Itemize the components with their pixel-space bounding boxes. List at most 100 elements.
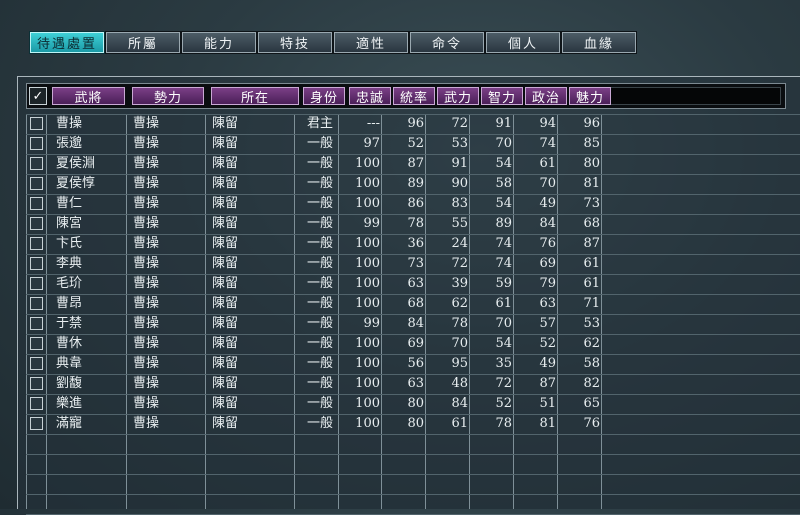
status-cell: 一般 [306, 396, 333, 411]
loyalty-cell: 99 [363, 216, 380, 231]
tab-aptitude[interactable]: 適性 [333, 31, 409, 54]
faction-cell: 曹操 [133, 336, 160, 351]
table-row[interactable]: 滿寵 曹操 陳留 一般 100 80 61 78 81 76 [26, 414, 800, 434]
leadership-cell: 63 [407, 276, 424, 291]
intelligence-cell: 59 [495, 276, 512, 291]
leadership-cell: 36 [407, 236, 424, 251]
row-checkbox[interactable] [30, 257, 43, 270]
location-cell: 陳留 [212, 256, 239, 271]
row-checkbox[interactable] [30, 277, 43, 290]
row-checkbox[interactable] [30, 157, 43, 170]
faction-cell: 曹操 [133, 116, 160, 131]
intelligence-cell: 58 [495, 176, 512, 191]
intelligence-cell: 91 [495, 116, 512, 131]
table-row[interactable]: 陳宮 曹操 陳留 一般 99 78 55 89 84 68 [26, 214, 800, 234]
table-row[interactable]: 曹昂 曹操 陳留 一般 100 68 62 61 63 71 [26, 294, 800, 314]
row-checkbox[interactable] [30, 397, 43, 410]
faction-cell: 曹操 [133, 256, 160, 271]
charm-cell: 71 [583, 296, 600, 311]
loyalty-cell: 100 [355, 296, 380, 311]
war-cell: 78 [451, 316, 468, 331]
tab-ability[interactable]: 能力 [181, 31, 257, 54]
row-checkbox[interactable] [30, 237, 43, 250]
status-cell: 一般 [306, 336, 333, 351]
table-row[interactable]: 劉馥 曹操 陳留 一般 100 63 48 72 87 82 [26, 374, 800, 394]
row-checkbox[interactable] [30, 417, 43, 430]
table-row[interactable]: 于禁 曹操 陳留 一般 99 84 78 70 57 53 [26, 314, 800, 334]
status-cell: 一般 [306, 296, 333, 311]
status-cell: 一般 [306, 256, 333, 271]
table-row[interactable]: 曹休 曹操 陳留 一般 100 69 70 54 52 62 [26, 334, 800, 354]
tab-personal[interactable]: 個人 [485, 31, 561, 54]
table-row[interactable]: 曹操 曹操 陳留 君主 --- 96 72 91 94 96 [26, 114, 800, 134]
loyalty-cell: 100 [355, 196, 380, 211]
politics-cell: 49 [539, 196, 556, 211]
officer-cell: 陳宮 [56, 216, 83, 231]
select-all-checkbox[interactable]: ✓ [29, 87, 47, 105]
politics-cell: 74 [539, 136, 556, 151]
table-row[interactable]: 典韋 曹操 陳留 一般 100 56 95 35 49 58 [26, 354, 800, 374]
table-row[interactable]: 李典 曹操 陳留 一般 100 73 72 74 69 61 [26, 254, 800, 274]
table-row[interactable]: 張邈 曹操 陳留 一般 97 52 53 70 74 85 [26, 134, 800, 154]
row-checkbox[interactable] [30, 197, 43, 210]
charm-cell: 85 [583, 136, 600, 151]
table-row[interactable]: 夏侯惇 曹操 陳留 一般 100 89 90 58 70 81 [26, 174, 800, 194]
col-faction-header[interactable]: 勢力 [132, 87, 204, 106]
table-row[interactable]: 曹仁 曹操 陳留 一般 100 86 83 54 49 73 [26, 194, 800, 214]
table-row[interactable]: 夏侯淵 曹操 陳留 一般 100 87 91 54 61 80 [26, 154, 800, 174]
tab-treatment[interactable]: 待遇處置 [29, 31, 105, 54]
row-divider [26, 494, 800, 495]
officer-cell: 曹休 [56, 336, 83, 351]
header-empty-area [607, 87, 781, 105]
table-row[interactable]: 毛玠 曹操 陳留 一般 100 63 39 59 79 61 [26, 274, 800, 294]
tab-bloodline[interactable]: 血緣 [561, 31, 637, 54]
row-checkbox[interactable] [30, 117, 43, 130]
location-cell: 陳留 [212, 336, 239, 351]
politics-cell: 94 [539, 116, 556, 131]
row-checkbox[interactable] [30, 337, 43, 350]
officer-cell: 夏侯惇 [56, 176, 96, 191]
col-politics-header[interactable]: 政治 [525, 87, 567, 106]
col-charm-header[interactable]: 魅力 [569, 87, 611, 106]
charm-cell: 81 [583, 176, 600, 191]
faction-cell: 曹操 [133, 276, 160, 291]
status-cell: 一般 [306, 316, 333, 331]
leadership-cell: 52 [407, 136, 424, 151]
row-checkbox[interactable] [30, 217, 43, 230]
officer-cell: 夏侯淵 [56, 156, 96, 171]
row-checkbox[interactable] [30, 317, 43, 330]
row-checkbox[interactable] [30, 357, 43, 370]
officer-cell: 李典 [56, 256, 83, 271]
col-war-header[interactable]: 武力 [437, 87, 479, 106]
location-cell: 陳留 [212, 196, 239, 211]
loyalty-cell: 100 [355, 156, 380, 171]
loyalty-cell: 100 [355, 356, 380, 371]
col-loyalty-header[interactable]: 忠誠 [349, 87, 391, 106]
tab-special-skill[interactable]: 特技 [257, 31, 333, 54]
row-divider [26, 434, 800, 435]
col-leadership-header[interactable]: 統率 [393, 87, 435, 106]
location-cell: 陳留 [212, 116, 239, 131]
row-checkbox[interactable] [30, 297, 43, 310]
officer-cell: 卞氏 [56, 236, 83, 251]
row-checkbox[interactable] [30, 377, 43, 390]
row-checkbox[interactable] [30, 177, 43, 190]
war-cell: 61 [451, 416, 468, 431]
col-location-header[interactable]: 所在 [211, 87, 299, 106]
officer-cell: 張邈 [56, 136, 83, 151]
tab-command[interactable]: 命令 [409, 31, 485, 54]
col-intelligence-header[interactable]: 智力 [481, 87, 523, 106]
tab-affiliation[interactable]: 所屬 [105, 31, 181, 54]
intelligence-cell: 74 [495, 256, 512, 271]
table-row[interactable]: 卞氏 曹操 陳留 一般 100 36 24 74 76 87 [26, 234, 800, 254]
row-checkbox[interactable] [30, 137, 43, 150]
charm-cell: 61 [583, 276, 600, 291]
col-officer-header[interactable]: 武將 [52, 87, 125, 106]
charm-cell: 73 [583, 196, 600, 211]
location-cell: 陳留 [212, 276, 239, 291]
officer-cell: 滿寵 [56, 416, 83, 431]
war-cell: 72 [451, 116, 468, 131]
intelligence-cell: 70 [495, 316, 512, 331]
table-row[interactable]: 樂進 曹操 陳留 一般 100 80 84 52 51 65 [26, 394, 800, 414]
col-status-header[interactable]: 身份 [303, 87, 345, 106]
